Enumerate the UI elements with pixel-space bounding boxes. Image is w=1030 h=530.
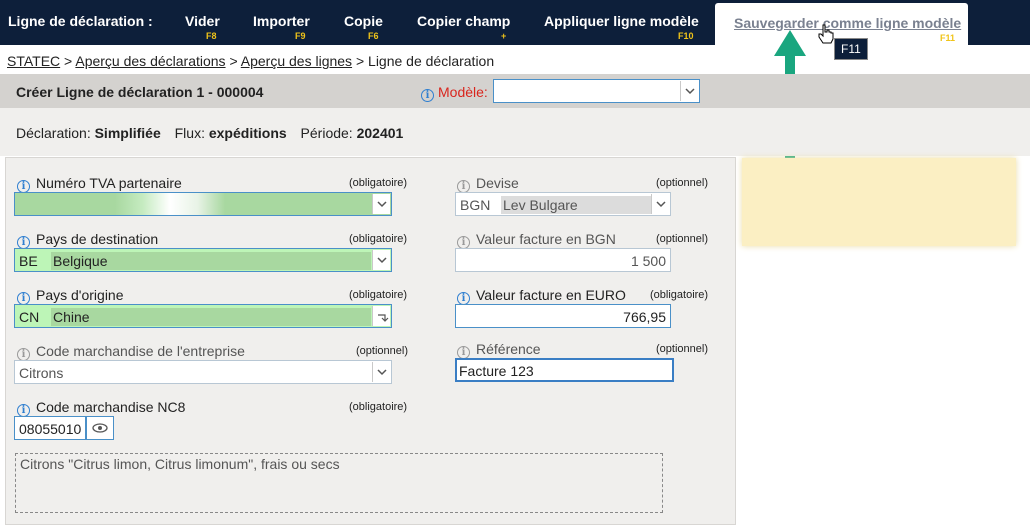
chevron-down-icon[interactable] [372,250,390,270]
valeur-bgn-optional: (optionnel) [656,233,708,245]
pays-dest-label: i Pays de destination [17,231,158,249]
valeur-bgn-input[interactable]: 1 500 [455,248,671,272]
tva-blurred [115,193,225,215]
top-toolbar: Ligne de déclaration : Vider F8 Importer… [0,0,1030,45]
devise-select[interactable]: BGN Lev Bulgare [455,192,671,216]
reference-optional: (optionnel) [656,343,708,355]
devise-code: BGN [460,197,491,213]
devise-name: Lev Bulgare [501,196,651,214]
code-nc8-input[interactable]: 08055010 [14,416,86,440]
tooltip: F11 [834,38,868,60]
chevron-down-icon[interactable] [651,194,669,214]
code-entreprise-value: Citrons [19,365,64,381]
periode-value: 202401 [356,125,404,141]
devise-label: i Devise [457,175,519,193]
chevron-down-icon[interactable] [680,81,698,101]
valeur-euro-required: (obligatoire) [650,289,709,301]
reference-label: i Référence [457,341,541,359]
eye-icon[interactable] [86,416,114,440]
hand-cursor-icon [818,24,834,44]
note-box [742,158,1016,246]
valeur-euro-label: i Valeur facture en EURO [457,287,626,305]
description-box: Citrons "Citrus limon, Citrus limonum", … [15,453,663,513]
valeur-bgn-label: i Valeur facture en BGN [457,231,616,249]
tva-label: i Numéro TVA partenaire [17,175,182,193]
page-title: Créer Ligne de déclaration 1 - 000004 [16,84,264,100]
flux-value: expéditions [208,125,287,141]
info-icon[interactable]: i [421,89,434,102]
modele-label: i Modèle: [421,84,488,102]
pays-dest-code: BE [19,253,38,269]
code-entreprise-label: i Code marchandise de l'entreprise [17,343,245,361]
breadcrumb-separator: > [355,53,365,69]
corner-arrow-icon[interactable] [372,306,390,326]
code-nc8-required: (obligatoire) [349,401,408,413]
pays-dest-name: Belgique [51,252,371,270]
periode-label: Période: [300,125,353,141]
breadcrumb-current: Ligne de déclaration [368,53,495,69]
breadcrumb: STATEC > Aperçu des déclarations > Aperç… [7,53,494,69]
pays-dest-required: (obligatoire) [349,233,408,245]
breadcrumb-link-declarations[interactable]: Aperçu des déclarations [75,53,225,69]
toolbar-title: Ligne de déclaration : [8,13,153,29]
breadcrumb-link-statec[interactable]: STATEC [7,53,60,69]
breadcrumb-link-lignes[interactable]: Aperçu des lignes [241,53,352,69]
vider-button[interactable]: Vider F8 [185,0,225,45]
appliquer-ligne-modele-button[interactable]: Appliquer ligne modèle F10 [544,0,704,45]
declaration-label: Déclaration: [16,125,91,141]
declaration-value: Simplifiée [94,125,161,141]
reference-input[interactable]: Facture 123 [455,358,674,382]
pays-orig-select[interactable]: CN Chine [14,304,392,328]
code-entreprise-optional: (optionnel) [356,345,408,357]
modele-select[interactable] [493,79,700,103]
chevron-down-icon[interactable] [372,362,390,382]
pays-orig-code: CN [19,309,40,325]
importer-button[interactable]: Importer F9 [253,0,313,45]
pays-orig-name: Chine [51,308,371,326]
breadcrumb-separator: > [64,53,73,69]
valeur-euro-input[interactable]: 766,95 [455,304,671,328]
chevron-down-icon[interactable] [372,194,390,214]
copie-button[interactable]: Copie F6 [344,0,384,45]
pays-orig-label: i Pays d'origine [17,287,124,305]
breadcrumb-separator: > [229,53,238,69]
flux-label: Flux: [174,125,205,141]
pays-orig-required: (obligatoire) [349,289,408,301]
pays-dest-select[interactable]: BE Belgique [14,248,392,272]
tva-required: (obligatoire) [349,177,408,189]
declaration-info: Déclaration: Simplifiée Flux: expédition… [0,108,1030,156]
devise-optional: (optionnel) [656,177,708,189]
code-entreprise-select[interactable]: Citrons [14,360,392,384]
tva-input[interactable] [14,192,392,216]
copier-champ-button[interactable]: Copier champ + [417,0,513,45]
code-nc8-label: i Code marchandise NC8 [17,399,185,417]
